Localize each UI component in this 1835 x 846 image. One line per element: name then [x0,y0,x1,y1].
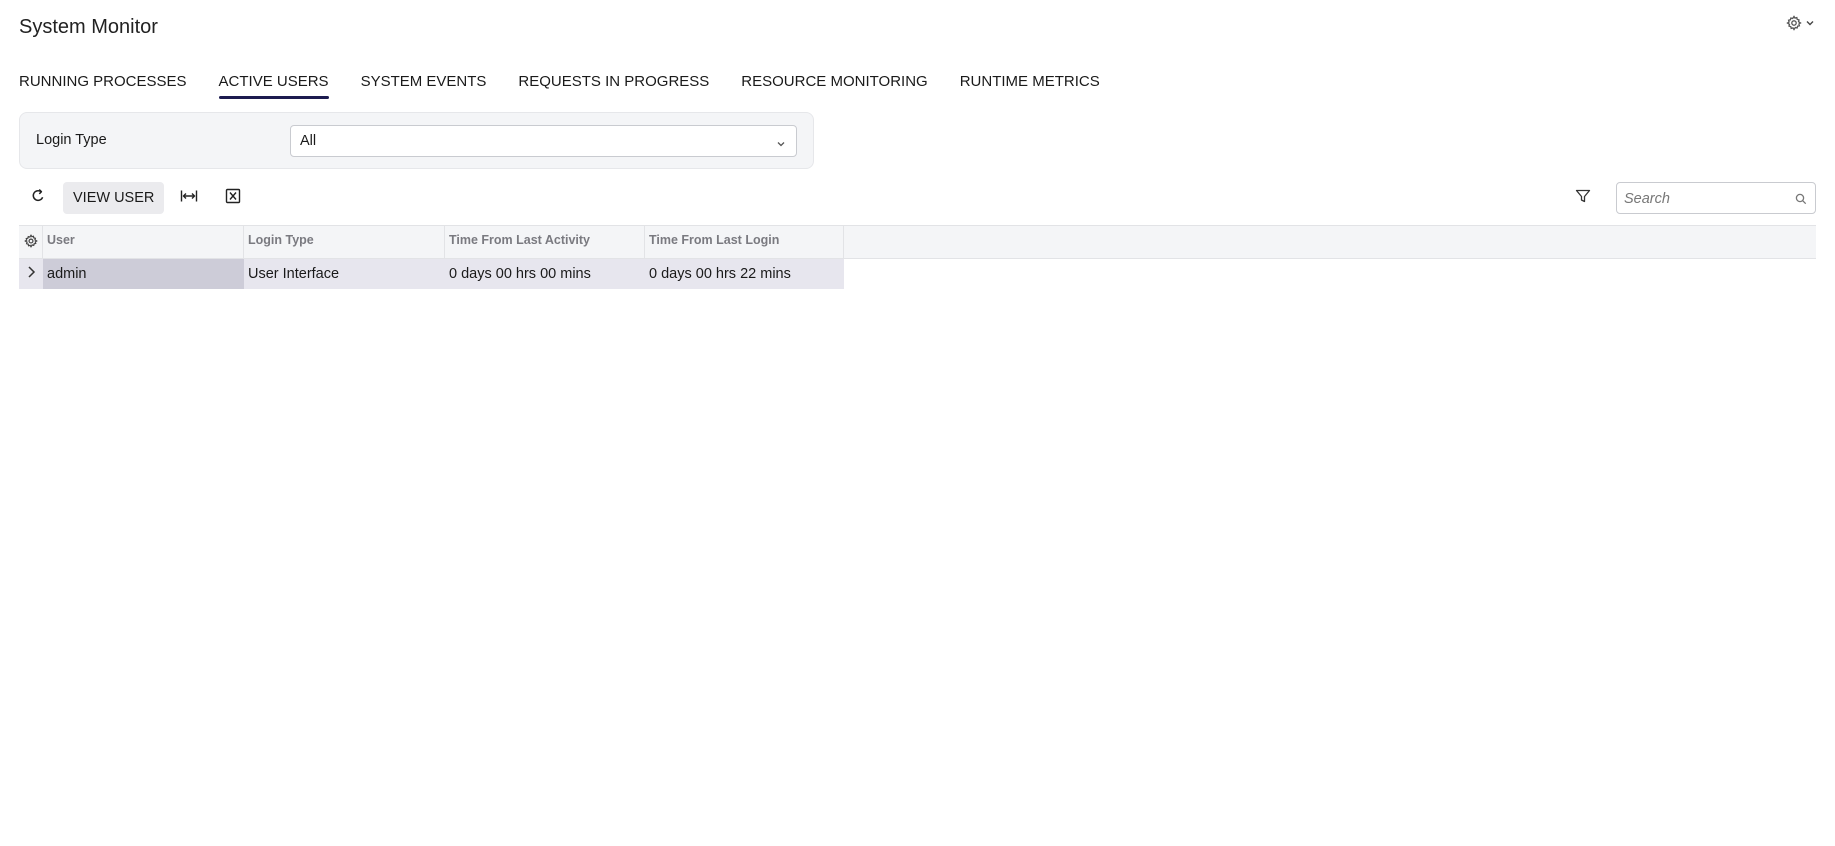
column-header-last-login[interactable]: Time From Last Login [645,226,844,258]
tab-requests-in-progress[interactable]: REQUESTS IN PROGRESS [518,72,709,102]
chevron-down-icon [776,136,786,154]
grid-header: User Login Type Time From Last Activity … [19,225,1816,259]
view-user-button[interactable]: VIEW USER [63,182,165,214]
filter-panel: Login Type All [19,112,814,169]
column-header-user[interactable]: User [43,226,244,258]
column-settings-button[interactable] [19,226,43,258]
column-header-last-activity[interactable]: Time From Last Activity [445,226,645,258]
column-header-login-type[interactable]: Login Type [244,226,445,258]
page-settings-button[interactable] [1786,15,1815,31]
gear-icon [23,233,38,251]
cell-user[interactable]: admin [43,259,244,289]
chevron-down-icon [1805,18,1815,28]
export-excel-icon [225,188,241,209]
refresh-button[interactable] [23,181,53,215]
grid-toolbar: VIEW USER [19,181,1816,215]
export-excel-button[interactable] [218,181,248,215]
refresh-icon [30,188,46,209]
tab-resource-monitoring[interactable]: RESOURCE MONITORING [741,72,927,102]
filter-icon [1575,188,1591,209]
row-expand-button[interactable] [19,259,43,289]
tab-runtime-metrics[interactable]: RUNTIME METRICS [960,72,1100,102]
tab-bar: RUNNING PROCESSES ACTIVE USERS SYSTEM EV… [19,72,1100,102]
cell-last-login[interactable]: 0 days 00 hrs 22 mins [645,259,844,289]
cell-last-activity[interactable]: 0 days 00 hrs 00 mins [445,259,645,289]
tab-active-users[interactable]: ACTIVE USERS [218,72,329,102]
page-title: System Monitor [19,16,158,38]
search-box [1616,182,1816,214]
chevron-right-icon [26,265,36,283]
active-users-grid: User Login Type Time From Last Activity … [19,225,1816,289]
tab-system-events[interactable]: SYSTEM EVENTS [361,72,487,102]
fit-columns-button[interactable] [174,181,204,215]
login-type-select[interactable]: All [290,125,797,157]
search-icon[interactable] [1795,192,1807,210]
gear-icon [1786,15,1802,31]
login-type-label: Login Type [36,132,107,148]
login-type-value: All [300,133,317,149]
table-row[interactable]: admin User Interface 0 days 00 hrs 00 mi… [19,259,844,289]
cell-login-type[interactable]: User Interface [244,259,445,289]
filter-button[interactable] [1568,181,1598,215]
tab-running-processes[interactable]: RUNNING PROCESSES [19,72,187,102]
search-input[interactable] [1624,189,1784,209]
fit-columns-icon [180,188,198,209]
